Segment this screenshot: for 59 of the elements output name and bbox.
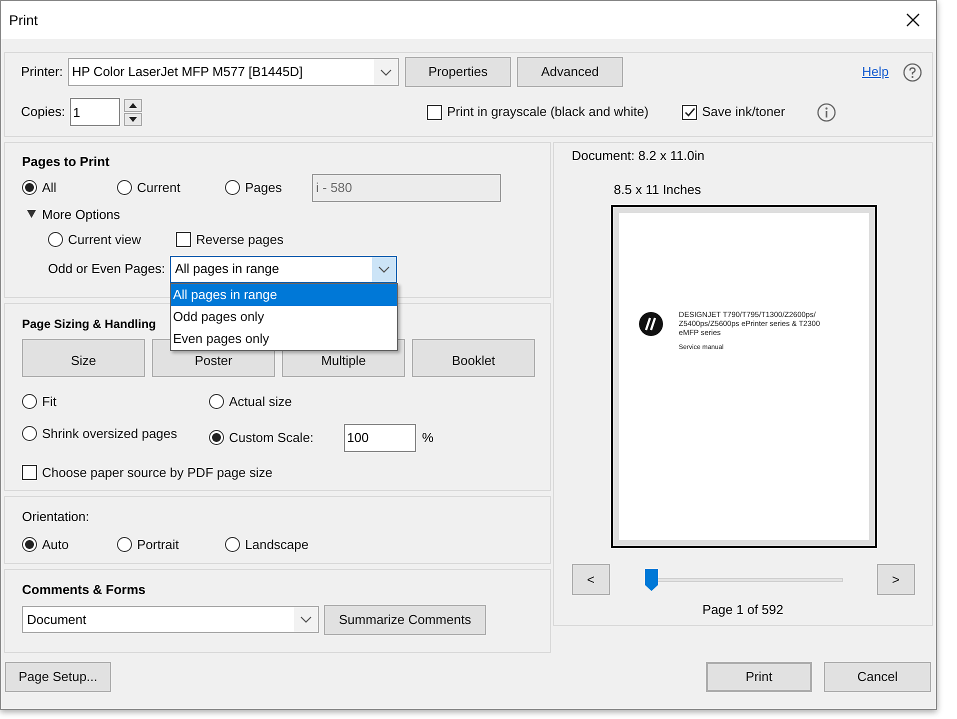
percent-label: % — [422, 428, 434, 447]
grayscale-checkbox[interactable]: Print in grayscale (black and white) — [427, 102, 682, 122]
slider-thumb[interactable] — [644, 568, 658, 590]
orientation-radio[interactable]: Landscape — [225, 534, 309, 554]
section-title: Orientation: — [22, 508, 90, 526]
printer-label: Printer: — [21, 63, 64, 82]
scaling-radio[interactable]: Fit — [22, 392, 209, 412]
save-ink-checkbox[interactable]: Save ink/toner — [682, 102, 817, 122]
orientation-radio[interactable]: Auto — [22, 534, 117, 554]
page-counter: Page 1 of 592 — [702, 601, 784, 619]
more-options-toggle[interactable]: More Options — [27, 204, 120, 224]
section-title: Pages to Print — [22, 153, 110, 171]
cancel-button[interactable]: Cancel — [824, 662, 931, 692]
triangle-icon — [27, 210, 36, 218]
menu-item[interactable]: Odd pages only — [171, 306, 397, 328]
current-view-radio[interactable]: Current view — [48, 230, 176, 250]
scale-field[interactable]: 100 — [344, 424, 416, 452]
menu-item[interactable]: All pages in range — [171, 284, 397, 306]
paper-size: 8.5 x 11 Inches — [614, 180, 702, 198]
chevron-down-icon — [380, 68, 392, 76]
page-range-radio[interactable]: Pages — [225, 178, 312, 198]
copies-spinner[interactable] — [124, 98, 142, 126]
printer-option-button[interactable]: Properties — [405, 57, 511, 87]
page-setup-button[interactable]: Page Setup... — [5, 662, 111, 692]
window-title: Print — [9, 10, 38, 30]
scaling-radio[interactable]: Actual size — [209, 392, 550, 412]
odd-even-select[interactable]: All pages in range — [170, 256, 397, 282]
previous-page-button[interactable]: < — [572, 564, 610, 595]
print-button[interactable]: Print — [706, 662, 812, 692]
printer-option-button[interactable]: Advanced — [517, 57, 623, 87]
copies-field[interactable]: 1 — [70, 98, 120, 126]
logo-icon — [638, 312, 663, 336]
copies-label: Copies: — [21, 103, 66, 122]
page-range-radio[interactable]: All — [22, 178, 117, 198]
page-range-radio[interactable]: Current — [117, 178, 225, 198]
sizing-mode-button[interactable]: Booklet — [412, 339, 535, 377]
help-link[interactable]: Help — [862, 62, 889, 82]
document-size: Document: 8.2 x 11.0in — [572, 147, 705, 165]
odd-even-label: Odd or Even Pages: — [48, 260, 166, 278]
sizing-mode-button[interactable]: Size — [22, 339, 145, 377]
comments-select[interactable]: Document — [22, 606, 319, 633]
orientation-radio[interactable]: Portrait — [117, 534, 225, 554]
paper-source-checkbox[interactable]: Choose paper source by PDF page size — [22, 462, 273, 482]
page-slider[interactable] — [644, 568, 843, 590]
info-icon[interactable] — [817, 102, 836, 122]
section-title: Page Sizing & Handling — [22, 316, 156, 333]
chevron-down-icon — [300, 616, 312, 623]
section-title: Comments & Forms — [22, 581, 146, 599]
scaling-radio[interactable]: Shrink oversized pages — [22, 424, 209, 443]
chevron-down-icon — [378, 266, 390, 272]
printer-select[interactable]: HP Color LaserJet MFP M577 [B1445D] — [68, 58, 399, 86]
scaling-radio[interactable]: Custom Scale: — [209, 428, 344, 448]
close-icon — [906, 13, 920, 27]
menu-item[interactable]: Even pages only — [171, 328, 397, 350]
help-icon[interactable] — [902, 62, 922, 82]
reverse-pages-checkbox[interactable]: Reverse pages — [176, 230, 284, 250]
checkmark-icon — [684, 106, 696, 118]
summarize-comments-button[interactable]: Summarize Comments — [324, 604, 486, 634]
next-page-button[interactable]: > — [876, 564, 915, 595]
